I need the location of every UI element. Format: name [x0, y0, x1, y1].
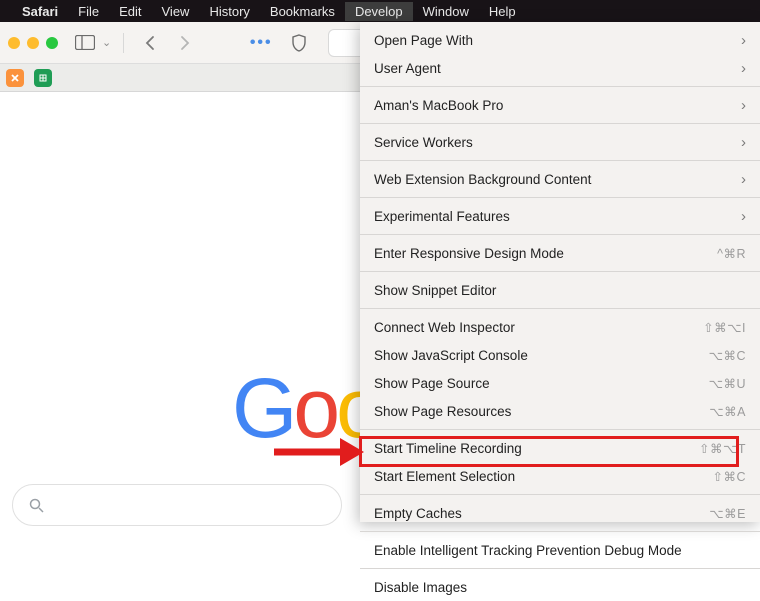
menu-separator — [360, 568, 760, 569]
chevron-right-icon: › — [741, 97, 746, 114]
menu-separator — [360, 429, 760, 430]
menubar-app[interactable]: Safari — [12, 2, 68, 21]
menu-item[interactable]: Empty Caches ⌥⌘E — [360, 499, 760, 527]
menubar-edit[interactable]: Edit — [109, 2, 151, 21]
logo-letter: o — [293, 360, 336, 457]
minimize-window-button[interactable] — [27, 37, 39, 49]
menubar-help[interactable]: Help — [479, 2, 526, 21]
menu-item-label: User Agent — [374, 61, 441, 76]
menu-item-label: Experimental Features — [374, 209, 510, 224]
menu-item[interactable]: Connect Web Inspector ⇧⌘⌥I — [360, 313, 760, 341]
tab-favicon-xampp[interactable] — [6, 69, 24, 87]
chevron-down-icon[interactable]: ⌄ — [102, 36, 111, 49]
menu-item[interactable]: User Agent › — [360, 54, 760, 82]
chevron-right-icon: › — [741, 60, 746, 77]
chevron-right-icon: › — [741, 32, 746, 49]
develop-menu-dropdown: Open Page With›User Agent›Aman's MacBook… — [360, 22, 760, 522]
system-menubar: Safari File Edit View History Bookmarks … — [0, 0, 760, 22]
back-button[interactable] — [136, 31, 162, 55]
menu-item[interactable]: Show JavaScript Console ⌥⌘C — [360, 341, 760, 369]
menu-item-label: Show Page Resources — [374, 404, 511, 419]
menu-item-shortcut: ⇧⌘⌥I — [703, 320, 746, 335]
menu-item-shortcut: ⌥⌘U — [709, 376, 746, 391]
window-controls — [8, 37, 58, 49]
menu-separator — [360, 531, 760, 532]
menu-item-label: Start Element Selection — [374, 469, 515, 484]
menubar-develop[interactable]: Develop — [345, 2, 413, 21]
menu-item-label: Show Page Source — [374, 376, 490, 391]
menubar-bookmarks[interactable]: Bookmarks — [260, 2, 345, 21]
menu-item-label: Aman's MacBook Pro — [374, 98, 503, 113]
menu-item-shortcut: ⇧⌘⌥T — [699, 441, 746, 456]
menu-separator — [360, 271, 760, 272]
menu-item-label: Web Extension Background Content — [374, 172, 591, 187]
menu-item-label: Show Snippet Editor — [374, 283, 496, 298]
menu-item-label: Service Workers — [374, 135, 473, 150]
close-window-button[interactable] — [8, 37, 20, 49]
sidebar-toggle-button[interactable] — [72, 31, 98, 55]
menu-item[interactable]: Enable Intelligent Tracking Prevention D… — [360, 536, 760, 564]
search-icon — [29, 498, 44, 513]
menu-item-label: Show JavaScript Console — [374, 348, 528, 363]
menu-separator — [360, 234, 760, 235]
menu-item-label: Connect Web Inspector — [374, 320, 515, 335]
menu-separator — [360, 123, 760, 124]
menu-item-shortcut: ⌥⌘E — [709, 506, 746, 521]
privacy-shield-icon[interactable] — [286, 31, 312, 55]
menu-separator — [360, 197, 760, 198]
menu-item[interactable]: Start Element Selection ⇧⌘C — [360, 462, 760, 490]
menu-item-label: Enter Responsive Design Mode — [374, 246, 564, 261]
menu-item-label: Empty Caches — [374, 506, 462, 521]
tab-favicon-sheets[interactable] — [34, 69, 52, 87]
menu-item-shortcut: ⌥⌘A — [709, 404, 746, 419]
menu-item-shortcut: ^⌘R — [717, 246, 746, 261]
chevron-right-icon: › — [741, 208, 746, 225]
menu-item[interactable]: Disable Images — [360, 573, 760, 601]
menu-item-label: Open Page With — [374, 33, 473, 48]
zoom-window-button[interactable] — [46, 37, 58, 49]
logo-letter: G — [232, 360, 293, 457]
menu-item[interactable]: Show Page Resources ⌥⌘A — [360, 397, 760, 425]
menu-item-label: Start Timeline Recording — [374, 441, 522, 456]
menu-separator — [360, 160, 760, 161]
more-dots-icon[interactable]: ••• — [248, 31, 274, 55]
menu-item[interactable]: Experimental Features › — [360, 202, 760, 230]
menu-item[interactable]: Start Timeline Recording ⇧⌘⌥T — [360, 434, 760, 462]
forward-button[interactable] — [172, 31, 198, 55]
menu-item-shortcut: ⇧⌘C — [712, 469, 746, 484]
menu-item-label: Enable Intelligent Tracking Prevention D… — [374, 543, 682, 558]
menu-item[interactable]: Service Workers › — [360, 128, 760, 156]
menu-item-shortcut: ⌥⌘C — [709, 348, 746, 363]
menubar-history[interactable]: History — [199, 2, 259, 21]
toolbar-separator — [123, 33, 124, 53]
menu-separator — [360, 308, 760, 309]
menu-item[interactable]: Open Page With › — [360, 26, 760, 54]
menu-item[interactable]: Show Snippet Editor — [360, 276, 760, 304]
menu-separator — [360, 494, 760, 495]
chevron-right-icon: › — [741, 134, 746, 151]
menu-item[interactable]: Enter Responsive Design Mode ^⌘R — [360, 239, 760, 267]
chevron-right-icon: › — [741, 171, 746, 188]
menu-item-label: Disable Images — [374, 580, 467, 595]
menubar-window[interactable]: Window — [413, 2, 479, 21]
menu-item[interactable]: Show Page Source ⌥⌘U — [360, 369, 760, 397]
menubar-view[interactable]: View — [152, 2, 200, 21]
menu-item[interactable]: Web Extension Background Content › — [360, 165, 760, 193]
search-input[interactable] — [12, 484, 342, 526]
menu-item[interactable]: Aman's MacBook Pro › — [360, 91, 760, 119]
menu-separator — [360, 86, 760, 87]
menubar-file[interactable]: File — [68, 2, 109, 21]
